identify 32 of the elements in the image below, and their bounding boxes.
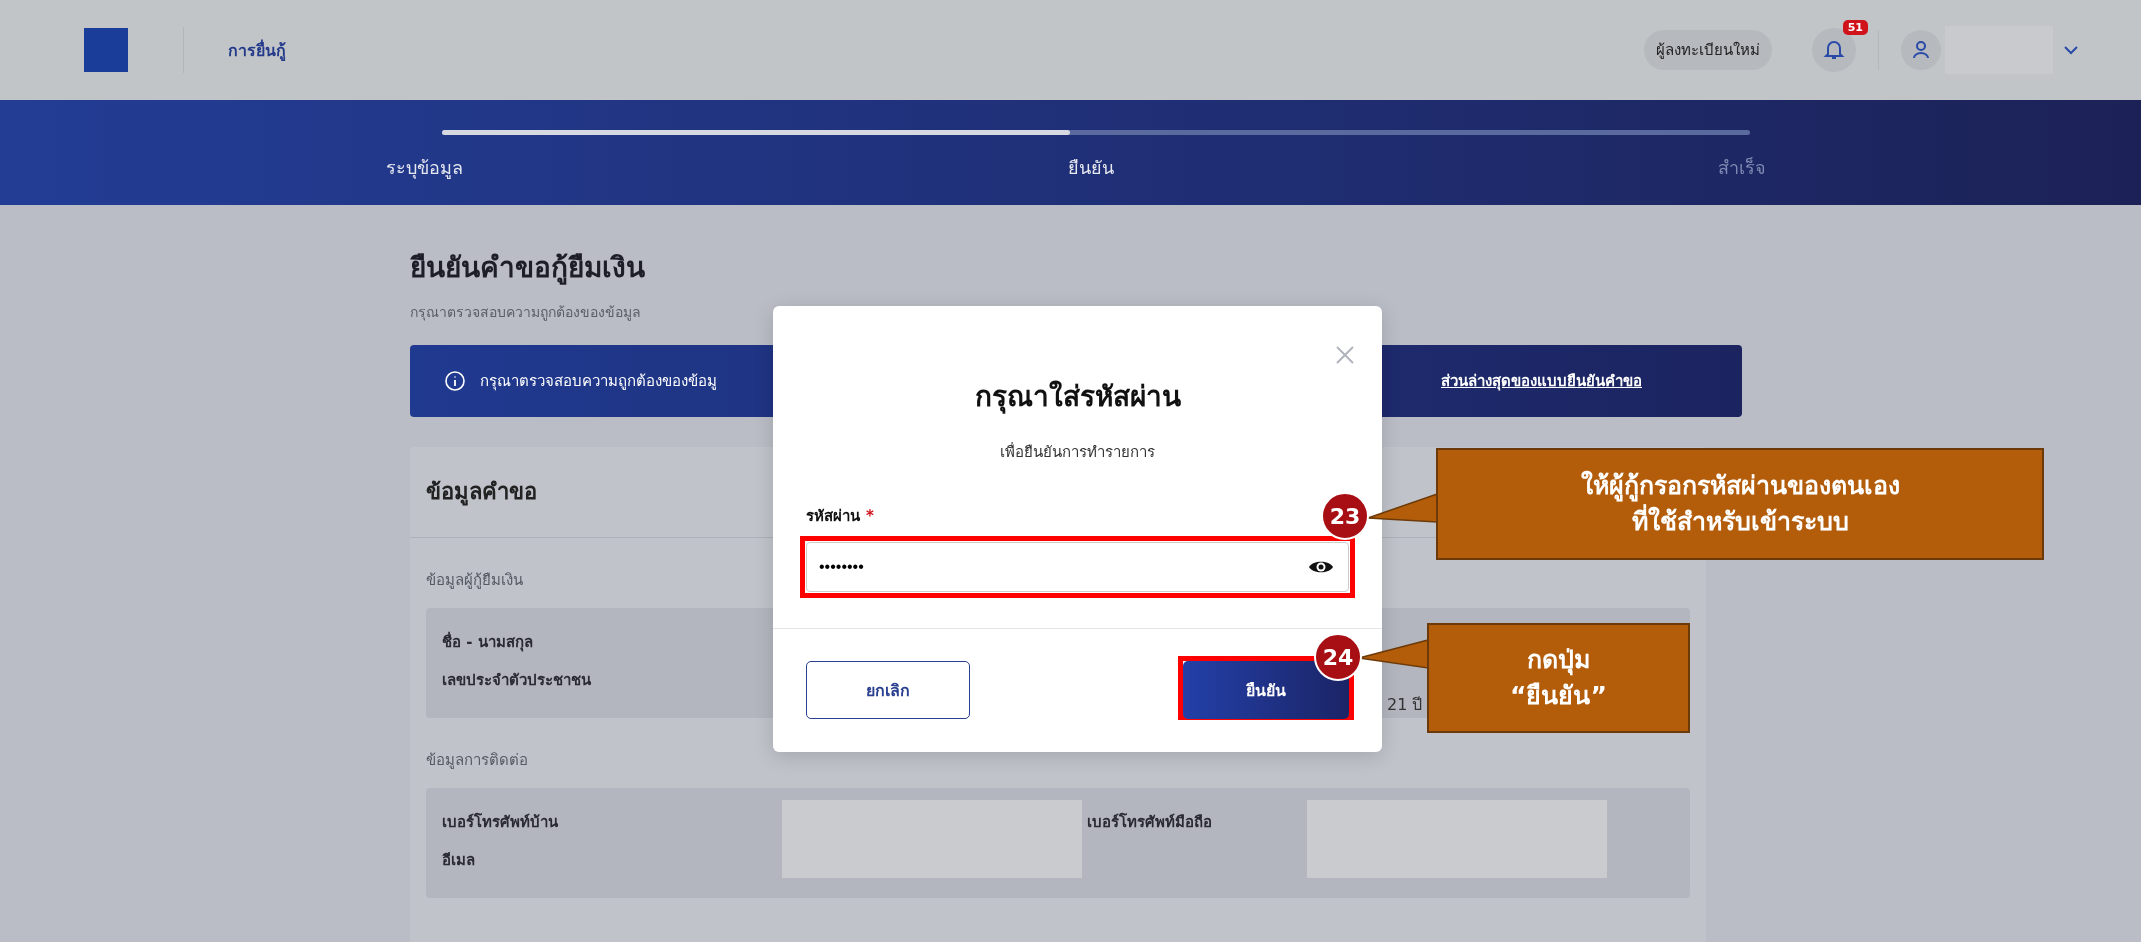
password-field[interactable]: ••••••••	[806, 542, 1349, 592]
field-label: เลขประจำตัวประชาชน	[442, 670, 592, 691]
user-icon	[1911, 40, 1931, 60]
callout-text: กดปุ่ม “ยืนยัน”	[1510, 643, 1607, 712]
dialog-subtitle: เพื่อยืนยันการทำรายการ	[999, 441, 1156, 463]
section-title[interactable]: การยื่นกู้	[228, 37, 286, 63]
bell-icon	[1822, 38, 1846, 62]
section-heading: ข้อมูลผู้กู้ยืมเงิน	[426, 570, 524, 591]
field-label: อีเมล	[442, 850, 476, 871]
required-mark: *	[866, 507, 874, 525]
notice-text: กรุณาตรวจสอบความถูกต้องของข้อมู	[480, 371, 717, 393]
step-label: ระบุข้อมูล	[386, 156, 463, 181]
field-label: รหัสผ่าน	[806, 506, 860, 527]
field-label: ชื่อ - นามสกุล	[442, 630, 534, 654]
password-input[interactable]: ••••••••	[819, 552, 1298, 582]
notice-link[interactable]: ส่วนล่างสุดของแบบยืนยันคำขอ	[1441, 369, 1642, 393]
section-heading: ข้อมูลการติดต่อ	[426, 750, 529, 771]
field-label: เบอร์โทรศัพท์มือถือ	[1087, 812, 1213, 833]
user-button[interactable]	[1901, 30, 1941, 70]
field-label: เบอร์โทรศัพท์บ้าน	[442, 812, 559, 833]
logo-square	[84, 28, 128, 72]
page-subtitle: กรุณาตรวจสอบความถูกต้องของข้อมูล	[410, 303, 642, 323]
step-label: สำเร็จ	[1718, 156, 1766, 180]
field-value: 21 ปี	[1387, 694, 1423, 716]
notification-count: 51	[1842, 20, 1868, 35]
dialog-title: กรุณาใส่รหัสผ่าน	[973, 379, 1182, 416]
page-title: ยืนยันคำขอกู้ยืมเงิน	[410, 250, 646, 287]
info-icon	[444, 370, 466, 392]
role-badge: ผู้ลงทะเบียนใหม่	[1644, 30, 1772, 70]
cancel-button[interactable]: ยกเลิก	[806, 661, 970, 719]
callout-text: ให้ผู้กู้กรอกรหัสผ่านของตนเอง ที่ใช้สำหรับเข้าระบบ	[1580, 469, 1900, 538]
step-label: ยืนยัน	[1067, 156, 1114, 180]
